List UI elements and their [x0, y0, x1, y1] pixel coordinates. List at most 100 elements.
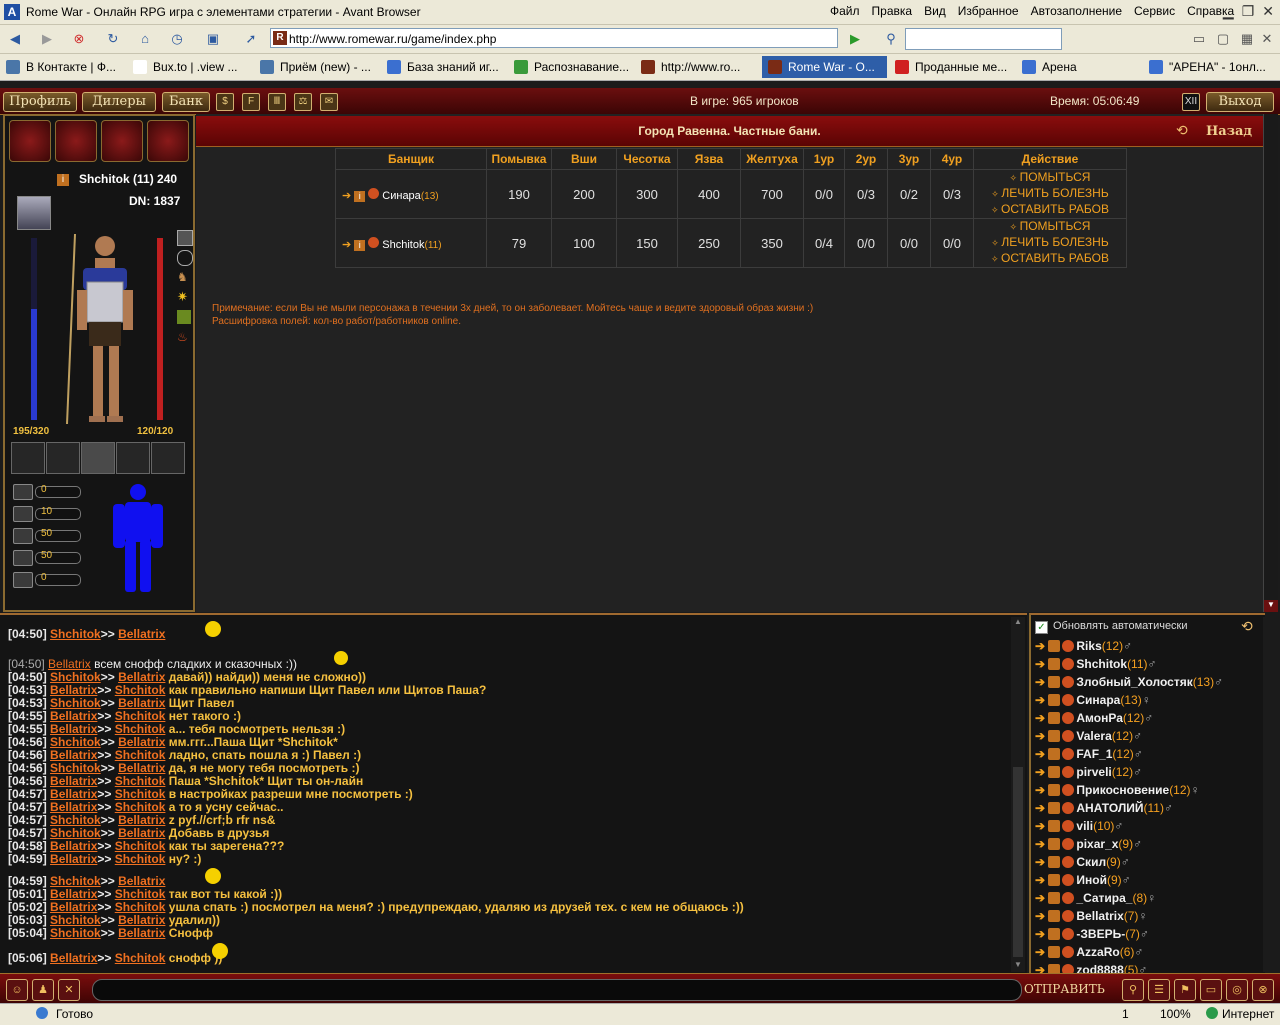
arrow-icon[interactable]: ➔ [1035, 927, 1048, 941]
cursor-icon[interactable]: ➚ [242, 30, 260, 48]
chat-recipient[interactable]: Bellatrix [118, 761, 165, 775]
chat-sender[interactable]: Shchitok [50, 761, 101, 775]
inventory-slot[interactable] [11, 442, 45, 474]
arrow-icon[interactable]: ➔ [1035, 639, 1048, 653]
main-scrollbar[interactable]: ▼ [1263, 114, 1278, 612]
money-icon[interactable]: $ [216, 93, 234, 111]
info-icon[interactable] [1048, 766, 1061, 778]
chat-recipient[interactable]: Bellatrix [118, 913, 165, 927]
arrow-icon[interactable]: ➔ [1035, 891, 1048, 905]
browser-tab[interactable]: Приём (new) - ... [254, 56, 379, 78]
search-input[interactable] [905, 28, 1062, 50]
info-icon[interactable] [1048, 910, 1061, 922]
sun-icon[interactable]: ✷ [177, 290, 191, 304]
chat-sender[interactable]: Shchitok [50, 874, 101, 888]
user-name[interactable]: FAF_1 [1076, 747, 1112, 761]
action-link[interactable]: ✧ ПОМЫТЬСЯ [974, 219, 1126, 235]
online-user[interactable]: ➔ -ЗВЕРЬ-(7)♂ [1035, 927, 1149, 945]
arrow-icon[interactable]: ➔ [1035, 873, 1048, 887]
online-user[interactable]: ➔ Прикосновение(12)♀ [1035, 783, 1200, 801]
user-name[interactable]: Иной [1076, 873, 1107, 887]
info-icon[interactable] [1048, 730, 1061, 742]
chat-recipient[interactable]: Shchitok [115, 900, 166, 914]
chat-recipient[interactable]: Shchitok [115, 951, 166, 965]
info-icon[interactable] [1048, 856, 1061, 868]
back-link[interactable]: Назад [1206, 124, 1252, 139]
action-link[interactable]: ✧ ЛЕЧИТЬ БОЛЕЗНЬ [974, 186, 1126, 202]
info-icon[interactable] [1048, 784, 1061, 796]
close-icon[interactable]: ✕ [1262, 3, 1274, 20]
online-user[interactable]: ➔ FAF_1(12)♂ [1035, 747, 1143, 765]
chat-sender[interactable]: Bellatrix [50, 787, 97, 801]
user-name[interactable]: vili [1076, 819, 1093, 833]
arrow-icon[interactable]: ➔ [342, 190, 354, 202]
online-user[interactable]: ➔ Bellatrix(7)♀ [1035, 909, 1147, 927]
window-icon[interactable]: ▭ [1200, 979, 1222, 1001]
arrow-icon[interactable]: ➔ [1035, 783, 1048, 797]
arrow-icon[interactable]: ➔ [1035, 675, 1048, 689]
chat-sender[interactable]: Bellatrix [50, 683, 97, 697]
arrow-icon[interactable]: ➔ [1035, 711, 1048, 725]
menu-item[interactable]: Файл [830, 4, 860, 18]
fire-icon[interactable]: ♨ [177, 330, 191, 344]
auto-update-checkbox[interactable]: ✓ [1035, 621, 1048, 634]
info-icon[interactable] [1048, 874, 1061, 886]
dealers-button[interactable]: Дилеры [82, 92, 156, 112]
online-user[interactable]: ➔ Иной(9)♂ [1035, 873, 1131, 891]
browser-tab[interactable]: Rome War - O... [762, 56, 887, 78]
stop-icon[interactable]: ⊗ [1252, 979, 1274, 1001]
browser-tab[interactable]: http://www.ro... [635, 56, 760, 78]
chat-recipient[interactable]: Shchitok [115, 774, 166, 788]
user-name[interactable]: Злобный_Холостяк [1076, 675, 1192, 689]
browser-tab[interactable]: Распознавание... [508, 56, 633, 78]
info-icon[interactable] [1048, 802, 1061, 814]
arrow-icon[interactable]: ➔ [342, 239, 354, 251]
search-icon[interactable]: ⚲ [882, 30, 900, 48]
chat-sender[interactable]: Shchitok [50, 627, 101, 641]
scroll-down-icon[interactable]: ▼ [1264, 600, 1278, 612]
exit-button[interactable]: Выход [1206, 92, 1274, 112]
online-user[interactable]: ➔ vili(10)♂ [1035, 819, 1123, 837]
home-icon[interactable]: ⌂ [136, 30, 154, 48]
chat-recipient[interactable]: Bellatrix [118, 670, 165, 684]
browser-tab[interactable]: "АРЕНА" - 1онл... [1143, 56, 1268, 78]
herb-icon[interactable] [177, 310, 191, 324]
zoom-level[interactable]: 100% [1160, 1007, 1191, 1021]
online-user[interactable]: ➔ Riks(12)♂ [1035, 639, 1132, 657]
info-icon[interactable]: i [354, 239, 366, 251]
info-icon[interactable] [1048, 676, 1061, 688]
browser-tab[interactable]: Bux.to | .view ... [127, 56, 252, 78]
info-icon[interactable]: i [354, 190, 366, 202]
chat-recipient[interactable]: Bellatrix [118, 874, 165, 888]
inventory-slot[interactable] [116, 442, 150, 474]
user-name[interactable]: Синара [1076, 693, 1120, 707]
online-user[interactable]: ➔ AzzaRo(6)♂ [1035, 945, 1143, 963]
window-icon[interactable]: ▣ [204, 30, 222, 48]
info-icon[interactable] [1048, 658, 1061, 670]
user-name[interactable]: _Сатира_ [1076, 891, 1132, 905]
chat-recipient[interactable]: Shchitok [115, 887, 166, 901]
refresh-icon[interactable]: ↻ [104, 30, 122, 48]
inventory-slot[interactable] [46, 442, 80, 474]
chat-sender[interactable]: Shchitok [50, 826, 101, 840]
scroll-down-icon[interactable]: ▼ [1011, 960, 1025, 972]
address-bar[interactable]: R http://www.romewar.ru/game/index.php [270, 28, 838, 48]
history-icon[interactable]: ◷ [168, 30, 186, 48]
chat-sender[interactable]: Bellatrix [50, 748, 97, 762]
info-icon[interactable]: i [57, 174, 69, 186]
stop-icon[interactable]: ⊗ [70, 30, 88, 48]
users-scrollbar[interactable] [1263, 617, 1277, 972]
arrow-icon[interactable]: ➔ [1035, 747, 1048, 761]
info-icon[interactable] [1048, 748, 1061, 760]
info-icon[interactable] [1048, 820, 1061, 832]
chat-sender[interactable]: Shchitok [50, 913, 101, 927]
browser-tab[interactable]: Арена [1016, 56, 1141, 78]
user-name[interactable]: АмонРа [1076, 711, 1122, 725]
menu-item[interactable]: Правка [872, 4, 913, 18]
online-user[interactable]: ➔ Скил(9)♂ [1035, 855, 1130, 873]
close-tab-icon[interactable]: ✕ [1258, 30, 1276, 48]
menu-item[interactable]: Сервис [1134, 4, 1175, 18]
chat-recipient[interactable]: Bellatrix [118, 735, 165, 749]
user-name[interactable]: Valera [1076, 729, 1111, 743]
chat-sender[interactable]: Bellatrix [50, 951, 97, 965]
